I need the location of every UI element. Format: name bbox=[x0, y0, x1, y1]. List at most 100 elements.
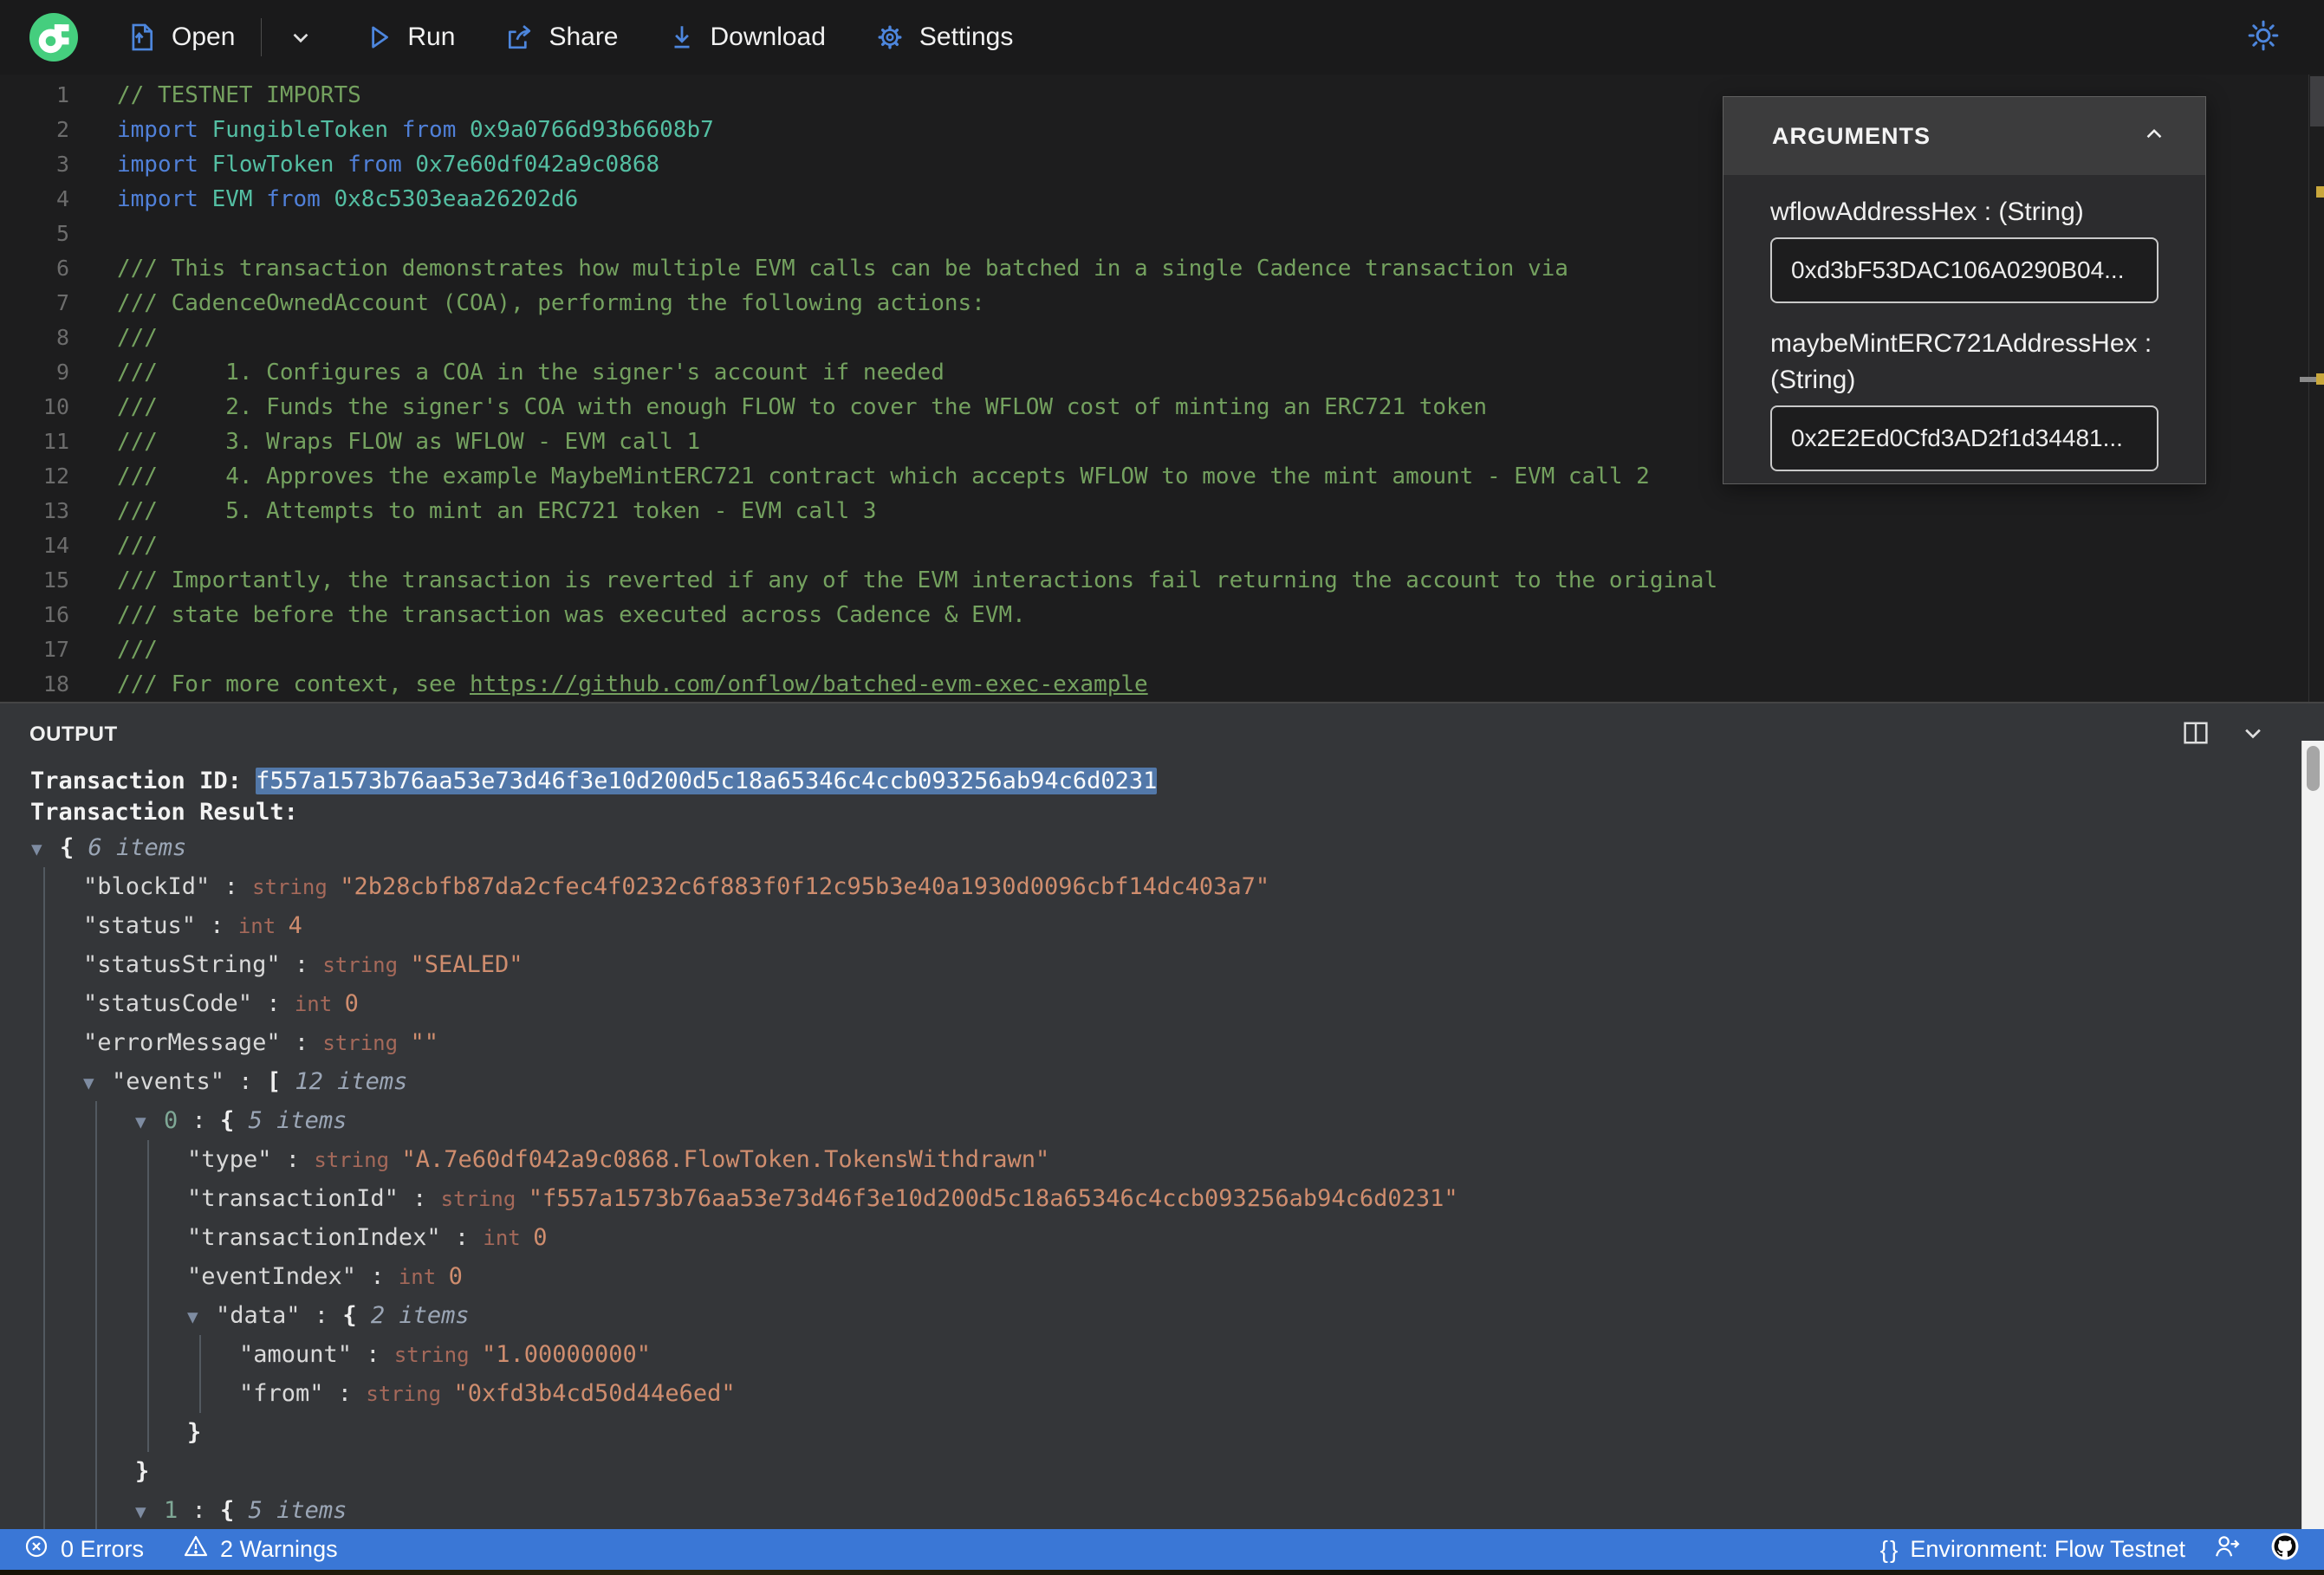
argument-input-maybemint[interactable] bbox=[1770, 405, 2158, 471]
json-token-brace: [ bbox=[266, 1068, 282, 1095]
output-scrollbar[interactable] bbox=[2301, 741, 2324, 1529]
errors-status[interactable]: 0 Errors bbox=[23, 1533, 144, 1566]
code-token: 0x7e60df042a9c0868 bbox=[415, 152, 660, 178]
json-token-val: 0 bbox=[533, 1224, 548, 1251]
transaction-result-label: Transaction Result: bbox=[30, 799, 298, 826]
warning-triangle-icon bbox=[182, 1533, 210, 1566]
tree-guide-line bbox=[147, 1140, 149, 1452]
share-button[interactable]: Share bbox=[503, 22, 619, 53]
code-text: /// 1. Configures a COA in the signer's … bbox=[69, 355, 945, 390]
json-token-punc: : bbox=[178, 1107, 221, 1134]
code-text: /// state before the transaction was exe… bbox=[69, 598, 1026, 632]
warnings-status[interactable]: 2 Warnings bbox=[182, 1533, 338, 1566]
output-json-row: "from" : string "0xfd3b4cd50d44e6ed" bbox=[0, 1374, 2324, 1413]
code-token: /// 4. Approves the example MaybeMintERC… bbox=[117, 463, 1650, 489]
code-token: /// Importantly, the transaction is reve… bbox=[117, 567, 1718, 593]
code-text: /// This transaction demonstrates how mu… bbox=[69, 251, 1568, 286]
arguments-panel: ARGUMENTS wflowAddressHex : (String) may… bbox=[1723, 96, 2206, 484]
json-token-val: "1.00000000" bbox=[481, 1341, 652, 1368]
argument-label-wflow: wflowAddressHex : (String) bbox=[1770, 198, 2084, 226]
json-token-type: int bbox=[483, 1226, 534, 1250]
output-header: OUTPUT bbox=[0, 703, 2324, 766]
json-token-punc: : bbox=[271, 1146, 315, 1173]
open-options-chevron[interactable] bbox=[286, 23, 315, 52]
output-title: OUTPUT bbox=[29, 723, 118, 746]
tree-guide-line bbox=[95, 1101, 97, 1529]
open-button[interactable]: Open bbox=[127, 22, 235, 53]
code-token: import bbox=[117, 152, 212, 178]
output-json-row: } bbox=[0, 1413, 2324, 1452]
sun-icon bbox=[2244, 20, 2282, 58]
code-link[interactable]: https://github.com/onflow/batched-evm-ex… bbox=[470, 671, 1148, 697]
code-token: /// 1. Configures a COA in the signer's … bbox=[117, 360, 945, 386]
json-token-val: "" bbox=[410, 1029, 439, 1056]
code-text: /// 3. Wraps FLOW as WFLOW - EVM call 1 bbox=[69, 425, 700, 459]
collapse-triangle-icon[interactable]: ▼ bbox=[83, 1064, 112, 1103]
code-text: /// bbox=[69, 528, 158, 563]
share-icon bbox=[503, 22, 535, 53]
code-token: 0x8c5303eaa26202d6 bbox=[334, 186, 579, 212]
json-token-type: string bbox=[366, 1382, 454, 1406]
download-button[interactable]: Download bbox=[667, 23, 826, 52]
code-line: 13 /// 5. Attempts to mint an ERC721 toke… bbox=[0, 494, 2307, 528]
code-token: FlowToken bbox=[211, 152, 334, 178]
output-scrollbar-thumb[interactable] bbox=[2307, 746, 2320, 791]
split-view-icon[interactable] bbox=[2180, 717, 2211, 753]
transaction-id-value[interactable]: f557a1573b76aa53e73d46f3e10d200d5c18a653… bbox=[256, 768, 1158, 794]
json-token-count: 12 items bbox=[281, 1068, 408, 1095]
settings-button[interactable]: Settings bbox=[874, 22, 1013, 53]
code-token: /// state before the transaction was exe… bbox=[117, 602, 1026, 628]
code-editor[interactable]: 1// TESTNET IMPORTS 2 import FungibleToken… bbox=[0, 75, 2324, 702]
code-text: /// CadenceOwnedAccount (COA), performin… bbox=[69, 286, 985, 321]
output-json-row: ▼ "events" : [ 12 items bbox=[0, 1062, 2324, 1101]
chevron-up-icon[interactable] bbox=[2139, 120, 2169, 153]
code-line: 15 /// Importantly, the transaction is re… bbox=[0, 563, 2307, 598]
json-token-key: "data" bbox=[216, 1302, 301, 1329]
tree-guide-line bbox=[199, 1335, 201, 1413]
collapse-triangle-icon[interactable]: ▼ bbox=[31, 830, 60, 869]
code-token: /// bbox=[117, 533, 158, 559]
github-icon[interactable] bbox=[2269, 1530, 2301, 1569]
json-token-type: string bbox=[252, 875, 341, 899]
output-json-row: "type" : string "A.7e60df042a9c0868.Flow… bbox=[0, 1140, 2324, 1179]
collapse-output-chevron-icon[interactable] bbox=[2237, 717, 2269, 753]
arguments-panel-body: wflowAddressHex : (String) maybeMintERC7… bbox=[1724, 175, 2205, 471]
json-token-punc: : bbox=[356, 1263, 399, 1290]
output-json-row: "status" : int 4 bbox=[0, 906, 2324, 945]
editor-scrollbar[interactable] bbox=[2300, 75, 2324, 702]
argument-input-wflow[interactable] bbox=[1770, 237, 2158, 303]
download-button-label: Download bbox=[710, 23, 826, 51]
code-text: /// 5. Attempts to mint an ERC721 token … bbox=[69, 494, 877, 528]
collapse-triangle-icon[interactable]: ▼ bbox=[187, 1298, 216, 1337]
warnings-count-label: 2 Warnings bbox=[220, 1536, 338, 1562]
environment-label: Environment: Flow Testnet bbox=[1910, 1536, 2185, 1562]
code-token: /// bbox=[117, 325, 158, 351]
flow-logo-icon[interactable] bbox=[29, 13, 78, 62]
json-token-count: 5 items bbox=[234, 1107, 347, 1134]
output-json-row: ▼ 0 : { 5 items bbox=[0, 1101, 2324, 1140]
editor-scrollbar-thumb[interactable] bbox=[2310, 76, 2324, 126]
json-token-val: "f557a1573b76aa53e73d46f3e10d200d5c18a65… bbox=[528, 1185, 1458, 1212]
output-json-row: "amount" : string "1.00000000" bbox=[0, 1335, 2324, 1374]
json-token-punc: : bbox=[398, 1185, 441, 1212]
arguments-panel-header[interactable]: ARGUMENTS bbox=[1724, 97, 2205, 175]
environment-status[interactable]: {} Environment: Flow Testnet bbox=[1880, 1536, 2185, 1564]
json-tree: ▼{ 6 items "blockId" : string "2b28cbfb87… bbox=[0, 828, 2324, 1529]
collapse-triangle-icon[interactable]: ▼ bbox=[135, 1103, 164, 1142]
line-number: 16 bbox=[42, 602, 69, 627]
json-token-val: 4 bbox=[288, 912, 302, 939]
collapse-triangle-icon[interactable]: ▼ bbox=[135, 1493, 164, 1529]
theme-toggle-button[interactable] bbox=[2244, 16, 2282, 59]
json-token-punc: : bbox=[178, 1497, 221, 1524]
code-text: import FungibleToken from 0x9a0766d93b66… bbox=[69, 113, 714, 147]
feedback-person-icon[interactable] bbox=[2211, 1531, 2243, 1568]
run-button[interactable]: Run bbox=[364, 23, 455, 52]
code-text: /// bbox=[69, 632, 158, 667]
code-text: import EVM from 0x8c5303eaa26202d6 bbox=[69, 182, 578, 217]
transaction-id-line: Transaction ID: f557a1573b76aa53e73d46f3… bbox=[0, 766, 2324, 797]
transaction-id-label: Transaction ID: bbox=[30, 768, 256, 794]
code-token: import bbox=[117, 117, 212, 143]
json-token-idx: 0 bbox=[164, 1107, 179, 1134]
json-token-key: "status" bbox=[83, 912, 197, 939]
json-token-key: "transactionId" bbox=[187, 1185, 399, 1212]
